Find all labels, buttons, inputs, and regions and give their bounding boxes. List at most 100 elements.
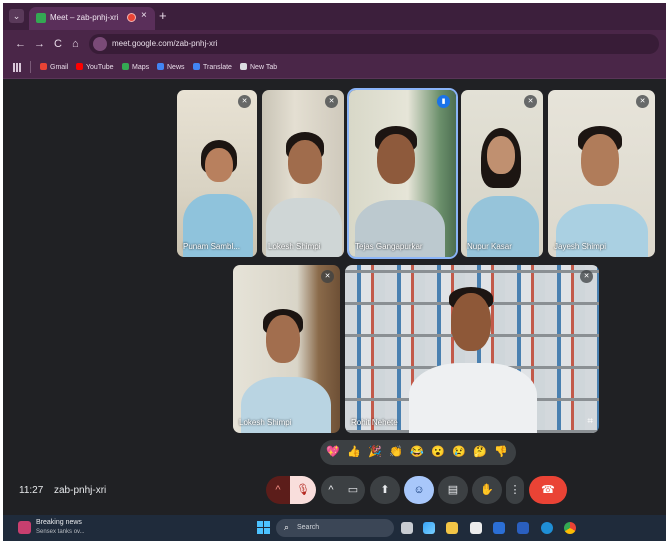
windows-start-icon[interactable] bbox=[257, 521, 270, 534]
reload-button[interactable]: C bbox=[54, 38, 62, 50]
participant-name: Tejas Gangapurkar bbox=[355, 242, 423, 251]
reaction-thumbs-up-button[interactable]: 👍 bbox=[347, 445, 361, 459]
chrome-taskbar-icon[interactable] bbox=[564, 522, 576, 534]
tab-title: Meet – zab-pnhj-xri bbox=[50, 13, 119, 22]
participant-name: Lokesh Shimpi bbox=[239, 418, 292, 427]
tab-meet[interactable]: Meet – zab-pnhj-xri × bbox=[29, 7, 155, 30]
participant-name: Punam Sambl... bbox=[183, 242, 240, 251]
bookmark-gmail[interactable]: Gmail bbox=[40, 63, 68, 71]
camera-button[interactable]: ▭ bbox=[341, 476, 365, 504]
task-view-icon[interactable] bbox=[401, 522, 413, 534]
participant-name: Nupur Kasar bbox=[467, 242, 512, 251]
forward-button[interactable]: → bbox=[34, 38, 45, 50]
participant-tile[interactable]: ✕ Lokesh Shimpi bbox=[233, 265, 340, 433]
reactions-bar: 💖 👍 🎉 👏 😂 😮 😢 🤔 👎 bbox=[320, 440, 516, 465]
bookmarks-bar: Gmail YouTube Maps News Translate New Ta… bbox=[3, 58, 666, 79]
lens-app-icon[interactable] bbox=[493, 522, 505, 534]
more-options-button[interactable]: ⋮ bbox=[506, 476, 524, 504]
mic-muted-icon: ✕ bbox=[325, 95, 338, 108]
captions-button[interactable]: ▤ bbox=[438, 476, 468, 504]
participant-tile-active-speaker[interactable]: ▮ Tejas Gangapurkar bbox=[349, 90, 456, 257]
mic-options-button[interactable]: ^ bbox=[266, 476, 290, 504]
address-bar[interactable]: meet.google.com/zab-pnhj-xri bbox=[89, 34, 659, 54]
recording-indicator-icon bbox=[127, 13, 136, 22]
search-placeholder: Search bbox=[297, 524, 320, 531]
chrome-icon bbox=[240, 63, 247, 70]
person-face bbox=[288, 140, 322, 184]
reaction-laugh-button[interactable]: 😂 bbox=[410, 445, 424, 459]
news-headline[interactable]: Breaking news bbox=[36, 519, 82, 526]
youtube-icon bbox=[76, 63, 83, 70]
leave-call-button[interactable]: ☎ bbox=[529, 476, 567, 504]
taskbar-search[interactable]: ⌕ Search bbox=[276, 519, 394, 537]
bookmark-translate[interactable]: Translate bbox=[193, 63, 232, 71]
bookmarks-separator bbox=[30, 61, 31, 73]
present-screen-button[interactable]: ⬆ bbox=[370, 476, 400, 504]
person-face bbox=[266, 315, 300, 363]
person-face bbox=[377, 134, 415, 184]
person-face bbox=[581, 134, 619, 186]
person-face bbox=[205, 148, 233, 182]
reaction-party-button[interactable]: 🎉 bbox=[368, 445, 382, 459]
reaction-thinking-button[interactable]: 🤔 bbox=[473, 445, 487, 459]
mic-muted-icon: ✕ bbox=[580, 270, 593, 283]
crop-icon[interactable]: ⌗ bbox=[587, 416, 593, 427]
store-icon[interactable] bbox=[470, 522, 482, 534]
mic-muted-icon: ✕ bbox=[321, 270, 334, 283]
maps-icon bbox=[122, 63, 129, 70]
reaction-surprised-button[interactable]: 😮 bbox=[431, 445, 445, 459]
participant-tile[interactable]: ✕ Rohit Nehete ⌗ bbox=[345, 265, 599, 433]
edge-icon[interactable] bbox=[541, 522, 553, 534]
participant-tile[interactable]: ✕ Nupur Kasar bbox=[461, 90, 543, 257]
news-widget-icon[interactable] bbox=[18, 521, 31, 534]
news-subtext[interactable]: Sensex tanks ov... bbox=[36, 529, 85, 535]
bookmark-new-tab[interactable]: New Tab bbox=[240, 63, 277, 71]
reaction-heart-button[interactable]: 💖 bbox=[326, 445, 340, 459]
speaking-indicator-icon: ▮ bbox=[437, 95, 450, 108]
search-icon: ⌕ bbox=[284, 522, 290, 532]
os-taskbar: Breaking news Sensex tanks ov... ⌕ Searc… bbox=[3, 515, 666, 541]
meeting-code: zab-pnhj-xri bbox=[54, 485, 107, 496]
gmail-icon bbox=[40, 63, 47, 70]
participant-tile[interactable]: ✕ Jayesh Shimpi bbox=[548, 90, 655, 257]
app-icon[interactable] bbox=[517, 522, 529, 534]
reaction-thumbs-down-button[interactable]: 👎 bbox=[494, 445, 508, 459]
home-button[interactable]: ⌂ bbox=[72, 38, 79, 50]
back-button[interactable]: ← bbox=[15, 38, 26, 50]
camera-options-button[interactable]: ^ bbox=[321, 476, 341, 504]
mic-muted-icon: ✕ bbox=[524, 95, 537, 108]
participant-name: Lokesh Shimpi bbox=[268, 242, 321, 251]
address-toolbar: ← → C ⌂ meet.google.com/zab-pnhj-xri bbox=[3, 30, 666, 58]
file-explorer-icon[interactable] bbox=[446, 522, 458, 534]
bookmark-youtube[interactable]: YouTube bbox=[76, 63, 114, 71]
tab-search-button[interactable]: ⌄ bbox=[9, 9, 24, 23]
participant-name: Rohit Nehete bbox=[351, 418, 398, 427]
reaction-cry-button[interactable]: 😢 bbox=[452, 445, 466, 459]
new-tab-button[interactable]: + bbox=[159, 8, 167, 23]
mic-muted-icon: ✕ bbox=[636, 95, 649, 108]
participant-name: Jayesh Shimpi bbox=[554, 242, 607, 251]
apps-grid-icon[interactable] bbox=[13, 63, 22, 72]
participant-tile[interactable]: ✕ Punam Sambl... bbox=[177, 90, 257, 257]
person-face bbox=[451, 293, 491, 351]
raise-hand-button[interactable]: ✋ bbox=[472, 476, 502, 504]
url-text[interactable]: meet.google.com/zab-pnhj-xri bbox=[112, 39, 217, 48]
reaction-clap-button[interactable]: 👏 bbox=[389, 445, 403, 459]
tab-strip: ⌄ Meet – zab-pnhj-xri × + bbox=[3, 3, 666, 30]
mic-off-button[interactable]: 🎙 bbox=[290, 476, 316, 504]
bookmark-maps[interactable]: Maps bbox=[122, 63, 149, 71]
news-icon bbox=[157, 63, 164, 70]
person-face bbox=[487, 136, 515, 174]
meeting-time: 11:27 bbox=[19, 485, 44, 496]
mic-muted-icon: ✕ bbox=[238, 95, 251, 108]
window: ⌄ Meet – zab-pnhj-xri × + ← → C ⌂ meet.g… bbox=[3, 3, 666, 541]
participant-tile[interactable]: ✕ Lokesh Shimpi bbox=[262, 90, 344, 257]
tab-close-button[interactable]: × bbox=[141, 10, 147, 21]
meet-favicon-icon bbox=[36, 13, 46, 23]
translate-icon bbox=[193, 63, 200, 70]
site-info-icon[interactable] bbox=[93, 37, 107, 51]
copilot-icon[interactable] bbox=[423, 522, 435, 534]
person-shirt bbox=[409, 363, 537, 433]
bookmark-news[interactable]: News bbox=[157, 63, 185, 71]
emoji-reactions-button[interactable]: ☺ bbox=[404, 476, 434, 504]
